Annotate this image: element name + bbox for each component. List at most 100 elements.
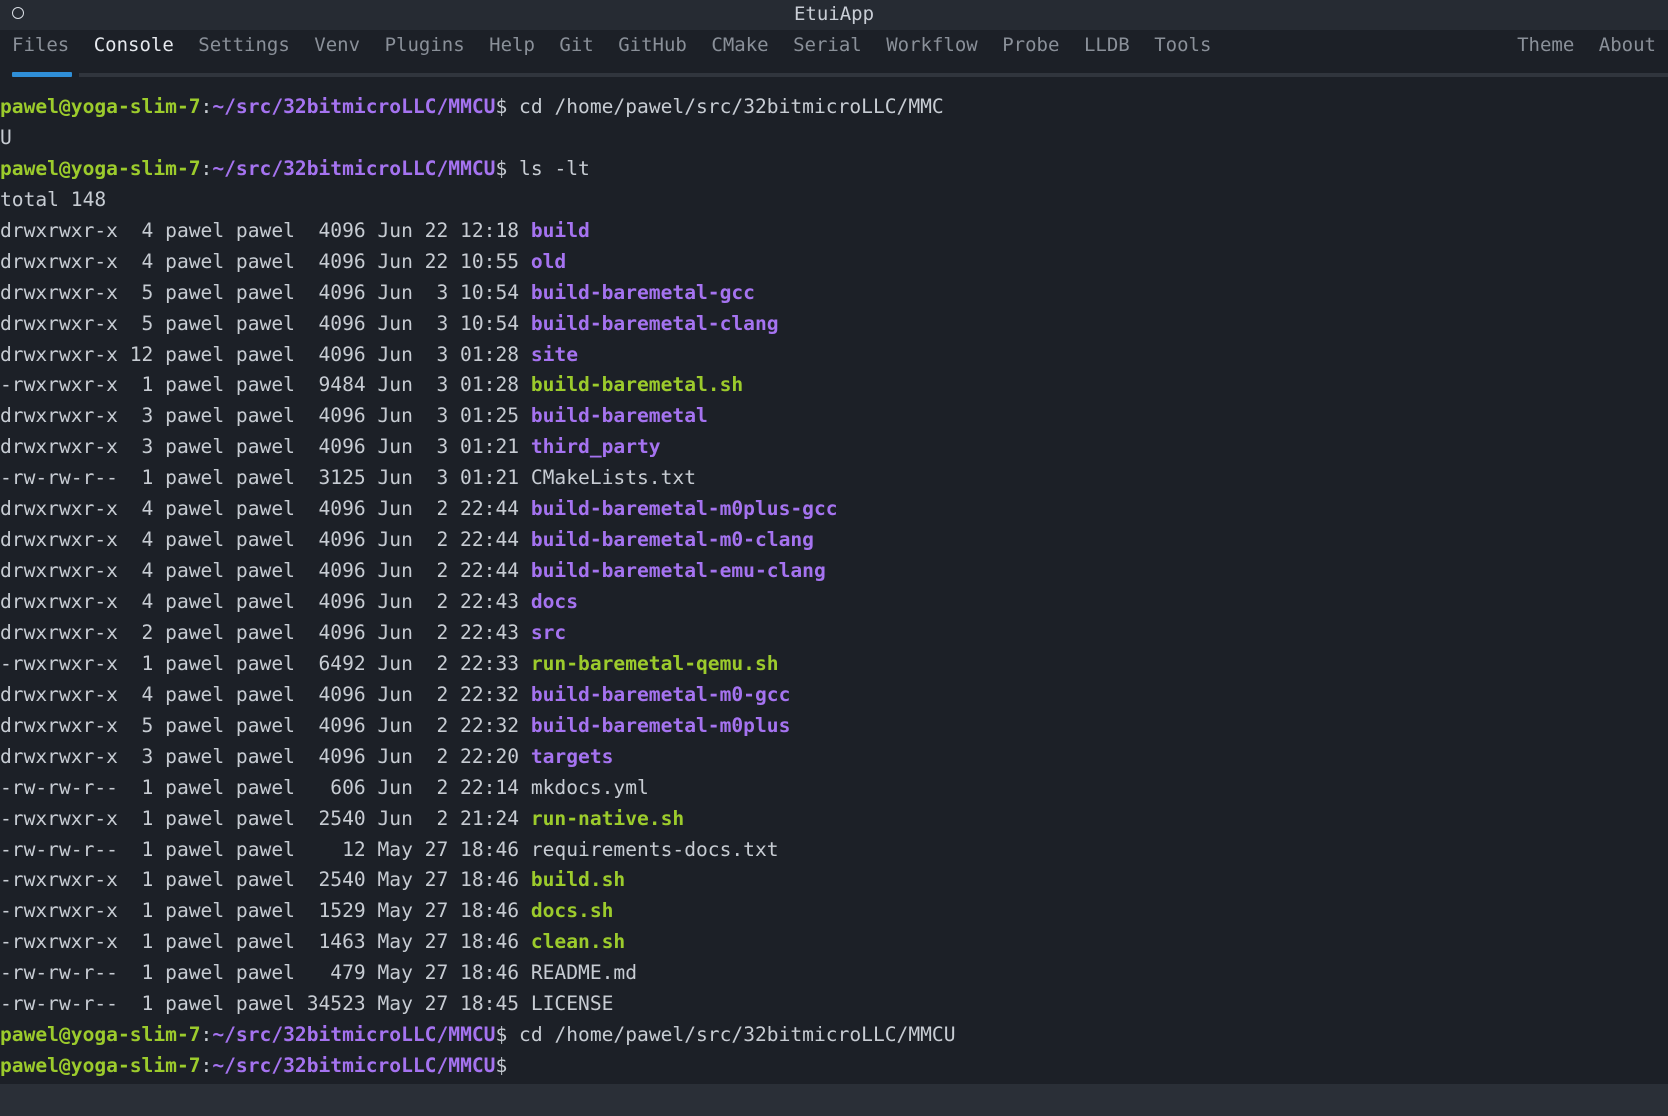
listing-info: -rwxrwxr-x 1 pawel pawel 2540 May 27 18:… xyxy=(0,868,531,892)
prompt-user-host: pawel@yoga-slim-7 xyxy=(0,156,201,180)
tab-serial[interactable]: Serial xyxy=(793,30,862,74)
listing-name-dir: build-baremetal-m0plus xyxy=(530,713,791,737)
listing-row: -rw-rw-r-- 1 pawel pawel 606 Jun 2 22:14… xyxy=(0,773,1668,804)
prompt-path: ~/src/32bitmicroLLC/MMCU xyxy=(212,1023,496,1047)
prompt-symbol: $ xyxy=(495,1054,508,1078)
listing-row: drwxrwxr-x 4 pawel pawel 4096 Jun 2 22:4… xyxy=(0,587,1668,618)
tab-cmake[interactable]: CMake xyxy=(711,30,768,74)
listing-info: -rwxrwxr-x 1 pawel pawel 6492 Jun 2 22:3… xyxy=(0,651,531,675)
listing-name-file: CMakeLists.txt xyxy=(530,466,696,490)
listing-info: drwxrwxr-x 4 pawel pawel 4096 Jun 22 12:… xyxy=(0,218,531,242)
prompt-path: ~/src/32bitmicroLLC/MMCU xyxy=(212,95,496,118)
tabs-left: Files Console Settings Venv Plugins Help Git Gi… xyxy=(12,30,1236,74)
listing-name-file: mkdocs.yml xyxy=(530,775,649,799)
prompt-symbol: $ xyxy=(495,1023,508,1047)
listing-name-dir: build-baremetal-m0plus-gcc xyxy=(530,497,838,521)
listing-row: drwxrwxr-x 4 pawel pawel 4096 Jun 2 22:4… xyxy=(0,525,1668,556)
tab-about[interactable]: About xyxy=(1599,30,1656,74)
listing-name-exe: build-baremetal.sh xyxy=(530,373,744,397)
tab-workflow[interactable]: Workflow xyxy=(886,30,978,74)
listing-row: drwxrwxr-x 4 pawel pawel 4096 Jun 2 22:4… xyxy=(0,556,1668,587)
command-text: ls -lt xyxy=(507,156,590,180)
listing-row: -rwxrwxr-x 1 pawel pawel 1529 May 27 18:… xyxy=(0,896,1668,927)
tab-help[interactable]: Help xyxy=(489,30,535,74)
title-bar: EtuiApp xyxy=(0,0,1668,30)
console-output[interactable]: pawel@yoga-slim-7:~/src/32bitmicroLLC/MM… xyxy=(0,92,1668,1084)
listing-name-dir: build-baremetal-gcc xyxy=(530,280,755,304)
tab-console[interactable]: Console xyxy=(94,30,174,74)
prompt-symbol: $ xyxy=(495,95,508,118)
listing-row: drwxrwxr-x 3 pawel pawel 4096 Jun 3 01:2… xyxy=(0,401,1668,432)
listing-name-dir: docs xyxy=(530,590,579,613)
tab-settings[interactable]: Settings xyxy=(198,30,290,74)
prompt-separator: : xyxy=(200,95,213,118)
listing-row: -rwxrwxr-x 1 pawel pawel 2540 Jun 2 21:2… xyxy=(0,804,1668,835)
listing-row: -rw-rw-r-- 1 pawel pawel 479 May 27 18:4… xyxy=(0,958,1668,989)
listing-info: -rwxrwxr-x 1 pawel pawel 1463 May 27 18:… xyxy=(0,930,531,954)
tabs-right: Theme About xyxy=(1493,30,1656,74)
listing-name-dir: build-baremetal-m0-clang xyxy=(530,528,814,552)
tab-theme[interactable]: Theme xyxy=(1517,30,1574,74)
tab-files[interactable]: Files xyxy=(12,30,69,74)
listing-info: -rwxrwxr-x 1 pawel pawel 2540 Jun 2 21:2… xyxy=(0,806,531,830)
listing-name-file: requirements-docs.txt xyxy=(530,837,779,861)
command-text: cd /home/pawel/src/32bitmicroLLC/MMCU xyxy=(507,1023,956,1047)
listing-name-exe: build.sh xyxy=(530,868,626,892)
listing-info: drwxrwxr-x 2 pawel pawel 4096 Jun 2 22:4… xyxy=(0,620,531,644)
tab-github[interactable]: GitHub xyxy=(618,30,687,74)
prompt-line: pawel@yoga-slim-7:~/src/32bitmicroLLC/MM… xyxy=(0,92,1668,123)
listing-row: -rwxrwxr-x 1 pawel pawel 2540 May 27 18:… xyxy=(0,865,1668,896)
listing-info: -rw-rw-r-- 1 pawel pawel 3125 Jun 3 01:2… xyxy=(0,466,531,490)
tab-plugins[interactable]: Plugins xyxy=(385,30,465,74)
output-line: total 148 xyxy=(0,185,1668,216)
prompt-line: pawel@yoga-slim-7:~/src/32bitmicroLLC/MM… xyxy=(0,1051,1668,1082)
tab-tools[interactable]: Tools xyxy=(1154,30,1211,74)
listing-name-dir: build-baremetal xyxy=(530,404,708,428)
prompt-separator: : xyxy=(200,1054,213,1078)
listing-name-exe: run-baremetal-qemu.sh xyxy=(530,651,779,675)
listing-name-file: LICENSE xyxy=(530,992,614,1016)
listing-name-file: README.md xyxy=(530,961,638,985)
command-text: cd /home/pawel/src/32bitmicroLLC/MMC xyxy=(507,95,944,118)
listing-info: drwxrwxr-x 4 pawel pawel 4096 Jun 2 22:4… xyxy=(0,590,531,613)
listing-info: -rw-rw-r-- 1 pawel pawel 34523 May 27 18… xyxy=(0,992,531,1016)
prompt-path: ~/src/32bitmicroLLC/MMCU xyxy=(212,156,496,180)
active-tab-indicator xyxy=(12,72,72,77)
output-text: total 148 xyxy=(0,187,107,211)
tab-venv[interactable]: Venv xyxy=(314,30,360,74)
listing-name-dir: targets xyxy=(530,744,614,768)
listing-row: -rwxrwxr-x 1 pawel pawel 1463 May 27 18:… xyxy=(0,927,1668,958)
listing-row: drwxrwxr-x 3 pawel pawel 4096 Jun 2 22:2… xyxy=(0,742,1668,773)
tab-probe[interactable]: Probe xyxy=(1002,30,1059,74)
listing-row: drwxrwxr-x 4 pawel pawel 4096 Jun 22 10:… xyxy=(0,247,1668,278)
listing-row: drwxrwxr-x 5 pawel pawel 4096 Jun 3 10:5… xyxy=(0,309,1668,340)
listing-name-dir: site xyxy=(530,342,579,366)
tab-git[interactable]: Git xyxy=(559,30,593,74)
listing-row: drwxrwxr-x 5 pawel pawel 4096 Jun 3 10:5… xyxy=(0,278,1668,309)
prompt-line: pawel@yoga-slim-7:~/src/32bitmicroLLC/MM… xyxy=(0,1020,1668,1051)
listing-row: -rw-rw-r-- 1 pawel pawel 3125 Jun 3 01:2… xyxy=(0,463,1668,494)
listing-row: drwxrwxr-x 5 pawel pawel 4096 Jun 2 22:3… xyxy=(0,711,1668,742)
tab-bar: Files Console Settings Venv Plugins Help Git Gi… xyxy=(0,30,1668,78)
listing-info: -rwxrwxr-x 1 pawel pawel 9484 Jun 3 01:2… xyxy=(0,373,531,397)
listing-info: drwxrwxr-x 12 pawel pawel 4096 Jun 3 01:… xyxy=(0,342,531,366)
listing-row: -rwxrwxr-x 1 pawel pawel 9484 Jun 3 01:2… xyxy=(0,370,1668,401)
listing-info: drwxrwxr-x 4 pawel pawel 4096 Jun 22 10:… xyxy=(0,249,531,273)
listing-info: drwxrwxr-x 3 pawel pawel 4096 Jun 3 01:2… xyxy=(0,435,531,459)
listing-info: -rw-rw-r-- 1 pawel pawel 12 May 27 18:46 xyxy=(0,837,531,861)
listing-row: drwxrwxr-x 12 pawel pawel 4096 Jun 3 01:… xyxy=(0,340,1668,371)
listing-name-dir: old xyxy=(530,249,567,273)
listing-info: drwxrwxr-x 3 pawel pawel 4096 Jun 3 01:2… xyxy=(0,404,531,428)
status-bar xyxy=(0,1084,1668,1116)
listing-info: -rw-rw-r-- 1 pawel pawel 606 Jun 2 22:14 xyxy=(0,775,531,799)
listing-row: -rw-rw-r-- 1 pawel pawel 12 May 27 18:46… xyxy=(0,835,1668,866)
listing-info: -rwxrwxr-x 1 pawel pawel 1529 May 27 18:… xyxy=(0,899,531,923)
prompt-user-host: pawel@yoga-slim-7 xyxy=(0,95,201,118)
prompt-user-host: pawel@yoga-slim-7 xyxy=(0,1054,201,1078)
listing-name-dir: src xyxy=(530,620,567,644)
listing-info: drwxrwxr-x 4 pawel pawel 4096 Jun 2 22:4… xyxy=(0,497,531,521)
listing-info: drwxrwxr-x 3 pawel pawel 4096 Jun 2 22:2… xyxy=(0,744,531,768)
tab-lldb[interactable]: LLDB xyxy=(1084,30,1130,74)
prompt-separator: : xyxy=(200,156,213,180)
output-text: U xyxy=(0,125,12,149)
